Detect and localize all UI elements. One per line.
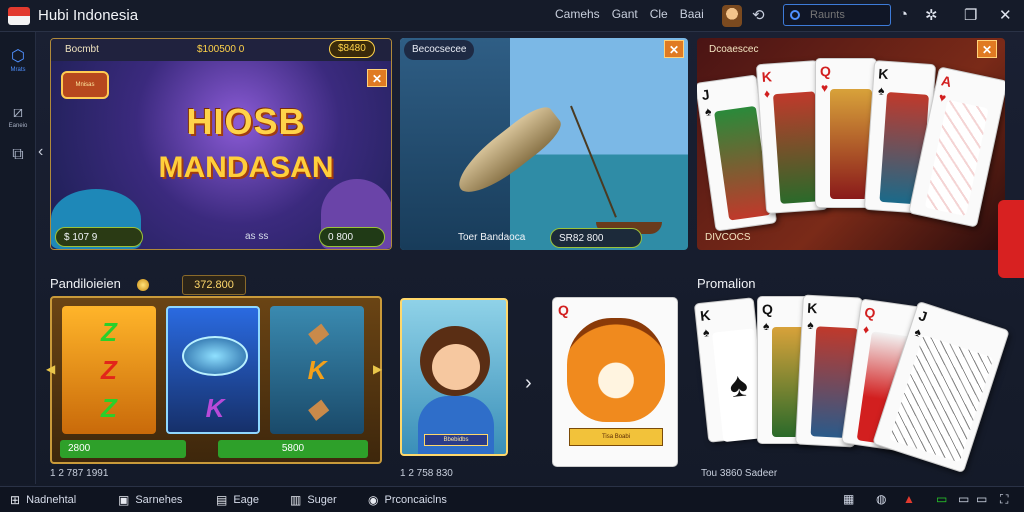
fishing-rod (570, 105, 617, 218)
app-logo (8, 6, 30, 25)
taskbar-item-3[interactable]: ▤ Eage (216, 493, 259, 507)
sidebar-item-home[interactable]: ⬡ Mrats (5, 46, 31, 73)
game-title-line1: HIOSB (186, 101, 306, 142)
header-amount: $100500 0 (197, 44, 245, 55)
search-icon (790, 10, 800, 20)
section-left-caption: 1 2 787 1991 (50, 468, 109, 479)
fishing-footer-amount: SR82 800 (550, 228, 642, 248)
header-right-amount: $8480 (329, 40, 375, 58)
expand-icon[interactable]: ⛶ (1000, 492, 1008, 507)
app-icon: ▤ (216, 493, 228, 507)
close-card-button[interactable]: ✕ (664, 40, 684, 58)
character-label: Bbebidbs (424, 434, 488, 446)
tiger-face (567, 318, 665, 422)
card-rank: Q (558, 302, 569, 318)
nav-item-3[interactable]: Cle (650, 7, 668, 21)
taskbar: ⊞ Nadnehtal ▣ Sarnehes ▤ Eage ▥ Suger ◉ … (0, 486, 1024, 512)
app-icon: ▣ (118, 493, 130, 507)
sidebar-item-games[interactable]: ⧄ Eaneio (5, 104, 31, 129)
nav-item-1[interactable]: Camehs (555, 7, 600, 21)
slot-game-card[interactable]: Bocmbt $100500 0 $8480 Mnisas ✕ HIOSB MA… (50, 38, 392, 250)
app-icon: ◉ (368, 493, 379, 507)
globe-icon[interactable]: ◍ (876, 492, 886, 506)
footer-mid-label: as ss (245, 231, 269, 242)
window-icon[interactable]: ▭ (976, 492, 987, 506)
hexagon-icon: ⬡ (11, 48, 25, 65)
symbol-z: Z (101, 355, 117, 385)
card-game-footer: DIVCOCS (705, 232, 751, 243)
character-body (418, 396, 494, 454)
slot-reel-3: ◆ K ◆ (270, 306, 364, 434)
game-title-line2: MANDASAN (158, 151, 334, 184)
symbol-item: ◆ (307, 317, 327, 347)
arrow-left-icon[interactable]: ◀ (46, 362, 55, 376)
card-game-header: Dcoaescec (709, 44, 759, 55)
card-game-card[interactable]: Dcoaescec ✕ J ♠ K ♦ Q ♥ K ♠ A ♥ DIVCOCS (697, 38, 1005, 250)
settings-icon[interactable]: ✲ (925, 6, 938, 24)
game-badge: Mnisas (61, 71, 109, 99)
fish-symbol (182, 336, 248, 376)
alert-icon[interactable]: ▲ (903, 492, 915, 506)
section-title-right: Promalion (697, 276, 756, 291)
slot-bar-left: 2800 (60, 440, 186, 458)
symbol-item: ◆ (307, 393, 327, 423)
app-icon: ▥ (290, 493, 302, 507)
refresh-icon[interactable]: ◔ (899, 6, 908, 23)
character-card[interactable]: Bbebidbs (400, 298, 508, 456)
avatar[interactable] (722, 5, 742, 27)
battery-icon[interactable]: ▭ (936, 492, 947, 506)
nav-item-2[interactable]: Gant (612, 7, 638, 21)
footer-left-amount: $ 107 9 (55, 227, 143, 247)
coin-icon (137, 279, 149, 291)
header-left-label: Bocmbt (65, 44, 99, 55)
side-promo-tab[interactable] (998, 200, 1024, 278)
app-title: Hubi Indonesia (38, 7, 139, 24)
grid-icon[interactable]: ▦ (843, 492, 854, 506)
section-mid-caption: 1 2 758 830 (400, 468, 453, 479)
taskbar-item-4[interactable]: ▥ Suger (290, 493, 337, 507)
slot-bar-right: 5800 (218, 440, 368, 458)
symbol-k: K (205, 393, 225, 423)
nav-item-4[interactable]: Baai (680, 7, 704, 21)
sidebar-item-share[interactable]: ⧉ (5, 146, 31, 164)
footer-right-amount: 0 800 (319, 227, 385, 247)
monitor-icon[interactable]: ▭ (958, 492, 969, 506)
close-card-button[interactable]: ✕ (367, 69, 387, 87)
tiger-label: Tisa Boabi (569, 428, 663, 446)
windows-icon: ⊞ (10, 493, 21, 507)
chevron-left-icon[interactable]: ‹ (38, 143, 43, 161)
sidebar: ⬡ Mrats ⧄ Eaneio ⧉ (0, 32, 36, 484)
close-card-button[interactable]: ✕ (977, 40, 997, 58)
promotion-cards[interactable]: K ♠ ♠ Q ♠ K ♠ Q ♦ J ♠ (693, 292, 1010, 474)
share-icon: ⧉ (12, 146, 24, 163)
slot-reel-2: K (166, 306, 260, 434)
symbol-k: K (307, 355, 327, 385)
search-input[interactable] (810, 9, 890, 21)
taskbar-item-2[interactable]: ▣ Sarnehes (118, 493, 182, 507)
section-left-amount: 372.800 (182, 275, 246, 295)
top-bar: Hubi Indonesia Camehs Gant Cle Baai ⟲ ◔ … (0, 0, 1024, 32)
notification-icon[interactable]: ⟲ (752, 6, 765, 24)
close-icon[interactable]: ✕ (999, 6, 1012, 24)
taskbar-start[interactable]: ⊞ Nadnehtal (10, 493, 76, 507)
section-title-left: Pandiloieien (50, 276, 121, 291)
taskbar-item-5[interactable]: ◉ Prconcaiclns (368, 493, 447, 507)
symbol-z: Z (101, 317, 117, 347)
character-face (432, 344, 480, 390)
symbol-z: Z (101, 393, 117, 423)
tiger-card[interactable]: Q Tisa Boabi (552, 297, 678, 467)
arrow-right-icon[interactable]: ▶ (373, 362, 382, 376)
edit-icon: ⧄ (12, 104, 24, 121)
app-window: Hubi Indonesia Camehs Gant Cle Baai ⟲ ◔ … (0, 0, 1024, 512)
fishing-footer-label: Toer Bandaoca (458, 232, 526, 243)
top-nav: Camehs Gant Cle Baai (555, 7, 704, 21)
slot-machine[interactable]: Z Z Z K ◆ K ◆ 2800 5800 (50, 296, 382, 464)
fishing-header: Becocsecee (404, 40, 475, 60)
window-icon[interactable]: ❐ (964, 6, 977, 24)
search-box[interactable] (783, 4, 891, 26)
slot-reel-1: Z Z Z (62, 306, 156, 434)
chevron-right-icon[interactable]: › (525, 372, 532, 395)
fishing-game-card[interactable]: Becocsecee ✕ Toer Bandaoca SR82 800 (400, 38, 688, 250)
section-right-caption: Tou 3860 Sadeer (701, 468, 778, 479)
